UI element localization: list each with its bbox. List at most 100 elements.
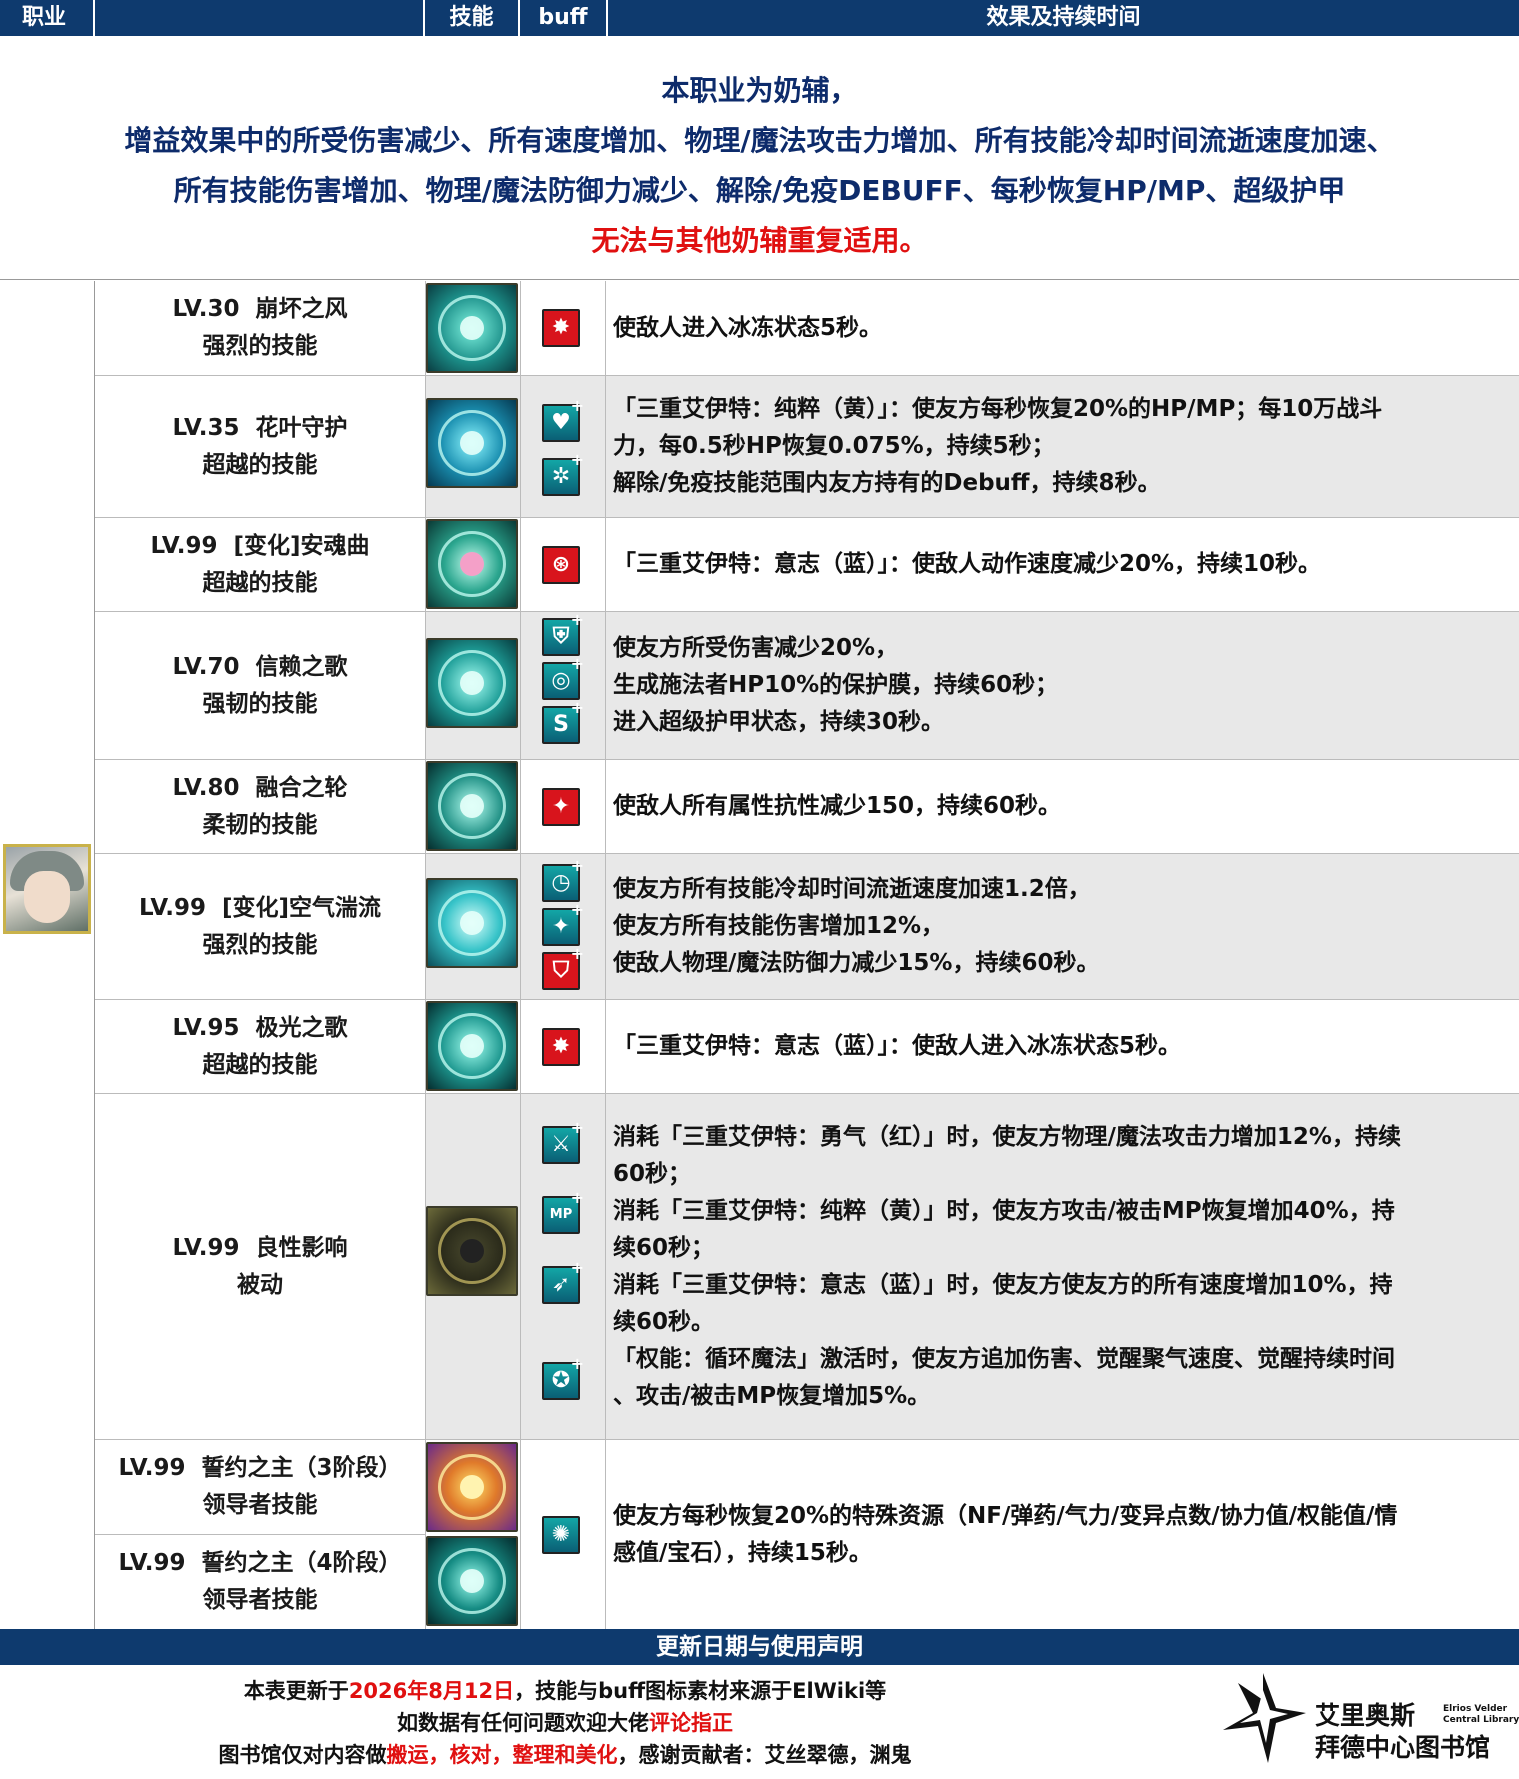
logo-en-2: Central Library — [1443, 1715, 1519, 1725]
effect-line: 感值/宝石），持续15秒。 — [613, 1539, 872, 1566]
effect-line: 续60秒。 — [613, 1308, 715, 1335]
skill-row-3: LV.99 [变化]安魂曲 超越的技能 ⊛ 「三重艾伊特：意志（蓝）」：使敌人动… — [95, 518, 1519, 611]
intro-line-3: 所有技能伤害增加、物理/魔法防御力减少、解除/免疫DEBUFF、每秒恢复HP/M… — [173, 174, 1346, 207]
freeze-debuff-icon: ✸ — [542, 1028, 580, 1066]
buff-cell: ◷ + ✦ + ⛉ + — [520, 854, 605, 999]
skill-level: LV.99 — [138, 894, 207, 921]
skill-icon-benign-influence — [426, 1206, 518, 1296]
skill-icon-cell — [425, 518, 520, 611]
skill-name: 花叶守护 — [255, 414, 348, 441]
skill-title: LV.99 誓约之主（3阶段） 领导者技能 — [95, 1440, 425, 1534]
skill-level: LV.99 — [172, 1234, 240, 1261]
buff-cell: ✺ — [520, 1440, 605, 1629]
effect-cell: 使友方所有技能冷却时间流逝速度加速1.2倍， 使友方所有技能伤害增加12%， 使… — [605, 854, 1519, 999]
effect-line: 「三重艾伊特：意志（蓝）」：使敌人动作速度减少20%，持续10秒。 — [613, 551, 1322, 577]
footer-line-3: 图书馆仅对内容做搬运，核对，整理和美化，感谢贡献者：艾丝翠德，渊鬼 — [0, 1739, 1130, 1769]
skill-title: LV.99 [变化]安魂曲 超越的技能 — [95, 518, 425, 611]
skill-name: 誓约之主（4阶段） — [201, 1550, 402, 1576]
effect-line: 进入超级护甲状态，持续30秒。 — [613, 709, 945, 735]
effect-line: 使友方所有技能冷却时间流逝速度加速1.2倍， — [613, 876, 1091, 902]
skill-level: LV.70 — [172, 653, 240, 680]
character-avatar — [3, 844, 91, 934]
skill-name: [变化]空气湍流 — [222, 894, 382, 921]
skill-table-sheet: { "header": { "col_class": "职业", "col_sk… — [0, 0, 1519, 1779]
effect-line: 消耗「三重艾伊特：勇气（红）」时，使友方物理/魔法攻击力增加12%，持续 — [613, 1123, 1401, 1150]
skill-row-4: LV.70 信赖之歌 强韧的技能 ⛨ + ◎ + S + 使友方所受伤害减少20%， … — [95, 612, 1519, 759]
skill-type: 领导者技能 — [202, 1587, 318, 1613]
skill-title: LV.99 [变化]空气湍流 强烈的技能 — [95, 854, 425, 999]
skill-name: 信赖之歌 — [255, 653, 348, 680]
avatar-face — [24, 871, 70, 923]
skill-icon-fusion-wheel — [426, 761, 518, 851]
skill-icon-aurora-song — [426, 1001, 518, 1091]
skill-icon-oath-lord-4 — [426, 1536, 518, 1626]
skill-type: 被动 — [237, 1271, 283, 1298]
skill-level: LV.35 — [172, 414, 240, 441]
skill-level: LV.99 — [150, 532, 218, 559]
footer-text: 本表更新于 — [243, 1679, 349, 1703]
cooldown-icon: ◷ + — [542, 858, 584, 902]
effect-cell: 使敌人进入冰冻状态5秒。 — [605, 281, 1519, 375]
intro-line-2: 增益效果中的所受伤害减少、所有速度增加、物理/魔法攻击力增加、所有技能冷却时间流… — [124, 124, 1395, 157]
awakening-icon: ✪ + — [542, 1356, 584, 1400]
skill-icon-cell — [425, 760, 520, 853]
skill-name: 誓约之主（3阶段） — [201, 1455, 402, 1481]
skill-type: 强烈的技能 — [202, 333, 318, 359]
skill-icon-cell — [425, 612, 520, 759]
skill-icon-leaf-guard — [426, 398, 518, 488]
buff-cell: ♥ + ✲ + — [520, 376, 605, 517]
skill-title: LV.70 信赖之歌 强韧的技能 — [95, 612, 425, 759]
effect-line: 使敌人物理/魔法防御力减少15%，持续60秒。 — [613, 950, 1100, 976]
barrier-icon: ◎ + — [542, 656, 584, 700]
footer-line-1: 本表更新于2026年8月12日，技能与buff图标素材来源于ElWiki等 — [0, 1675, 1130, 1705]
skill-icon-cell — [425, 854, 520, 999]
skill-icon-cell — [425, 281, 520, 375]
col-divider — [520, 281, 521, 1629]
class-column — [0, 281, 95, 1629]
logo-en-1: Elrios Velder — [1443, 1704, 1508, 1714]
update-date: 2026年8月12日 — [348, 1679, 515, 1703]
skill-icon-song-of-trust — [426, 638, 518, 728]
skill-row-6: LV.99 [变化]空气湍流 强烈的技能 ◷ + ✦ + ⛉ + 使友方所有技能冷却时… — [95, 854, 1519, 999]
intro-line-1: 本职业为奶辅， — [661, 74, 858, 107]
skill-icon-cell — [425, 1440, 520, 1629]
header-blank — [95, 0, 425, 36]
skill-icon-collapse-wind — [426, 283, 518, 373]
skill-type: 超越的技能 — [202, 451, 318, 478]
damage-reduction-icon: ⛨ + — [542, 612, 584, 656]
skill-title: LV.99 良性影响 被动 — [95, 1094, 425, 1439]
skill-icon-cell — [425, 1000, 520, 1093]
effect-cell: 「三重艾伊特：意志（蓝）」：使敌人动作速度减少20%，持续10秒。 — [605, 518, 1519, 611]
effect-line: 「三重艾伊特：意志（蓝）」：使敌人进入冰冻状态5秒。 — [613, 1033, 1182, 1059]
effect-line: 使友方所受伤害减少20%， — [613, 635, 899, 661]
skill-level: LV.99 — [118, 1455, 186, 1481]
effect-cell: 「三重艾伊特：纯粹（黄）」：使友方每秒恢复20%的HP/MP；每10万战斗 力，… — [605, 376, 1519, 517]
footer-text: ，感谢贡献者：艾丝翠德，渊鬼 — [617, 1743, 912, 1767]
effect-cell: 消耗「三重艾伊特：勇气（红）」时，使友方物理/魔法攻击力增加12%，持续 60秒… — [605, 1094, 1519, 1439]
effect-line: 「三重艾伊特：纯粹（黄）」：使友方每秒恢复20%的HP/MP；每10万战斗 — [613, 396, 1383, 422]
effect-line: 生成施法者HP10%的保护膜，持续60秒； — [613, 672, 1059, 698]
skill-type: 超越的技能 — [202, 569, 318, 596]
buff-cell: ✦ — [520, 760, 605, 853]
skill-type: 强烈的技能 — [202, 931, 318, 958]
skill-name: [变化]安魂曲 — [233, 532, 370, 559]
skill-title: LV.99 誓约之主（4阶段） 领导者技能 — [95, 1535, 425, 1629]
effect-cell: 使友方所受伤害减少20%， 生成施法者HP10%的保护膜，持续60秒； 进入超级… — [605, 612, 1519, 759]
skill-row-1: LV.30 崩坏之风 强烈的技能 ✸ 使敌人进入冰冻状态5秒。 — [95, 281, 1519, 375]
effect-line: 「权能：循环魔法」激活时，使友方追加伤害、觉醒聚气速度、觉醒持续时间 — [613, 1345, 1395, 1372]
skill-icon-cell — [425, 1094, 520, 1439]
buff-cell: ⚔ + MP + ➶ + ✪ + — [520, 1094, 605, 1439]
effect-line: 使友方每秒恢复20%的特殊资源（NF/弹药/气力/变异点数/协力值/权能值/情 — [613, 1502, 1398, 1529]
skill-level: LV.95 — [172, 1014, 240, 1041]
skill-name: 极光之歌 — [255, 1014, 348, 1041]
buff-cell: ⊛ — [520, 518, 605, 611]
skill-type: 超越的技能 — [202, 1051, 318, 1078]
skill-icon-air-turbulence — [426, 878, 518, 968]
col-divider — [425, 281, 426, 1629]
skill-level: LV.99 — [118, 1550, 186, 1576]
header-buff: buff — [520, 0, 608, 36]
buff-cell: ✸ — [520, 1000, 605, 1093]
skill-level: LV.80 — [172, 774, 240, 801]
resist-down-icon: ✦ — [542, 788, 580, 826]
defense-down-icon: ⛉ + — [542, 946, 584, 990]
